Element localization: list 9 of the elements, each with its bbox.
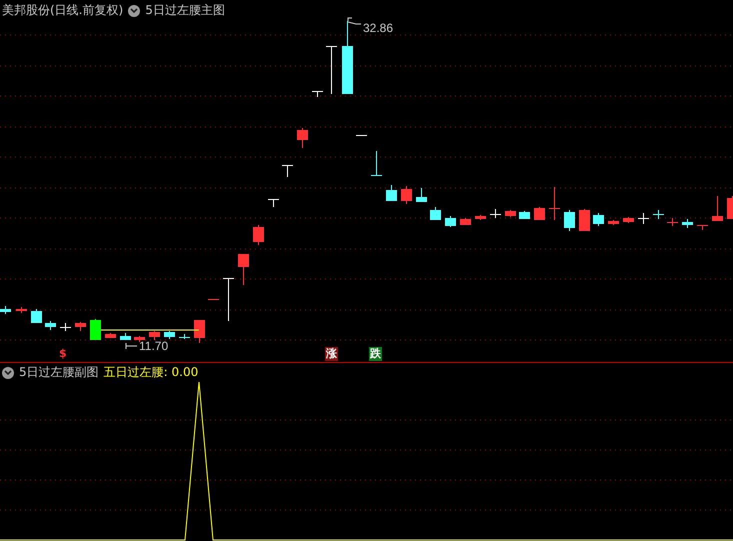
signal-marker: $ [58, 347, 68, 361]
price-label: 32.86 [363, 21, 394, 35]
signal-marker: 涨 [325, 347, 338, 361]
signal-marker: 跌 [369, 347, 382, 361]
indicator-title: 5日过左腰主图 [145, 2, 225, 19]
price-label: 11.70 [139, 339, 168, 353]
stock-title: 美邦股份(日线.前复权) [2, 2, 124, 19]
indicator-reading: 五日过左腰: 0.00 [104, 364, 198, 381]
indicator-title: 5日过左腰副图 [19, 364, 99, 381]
